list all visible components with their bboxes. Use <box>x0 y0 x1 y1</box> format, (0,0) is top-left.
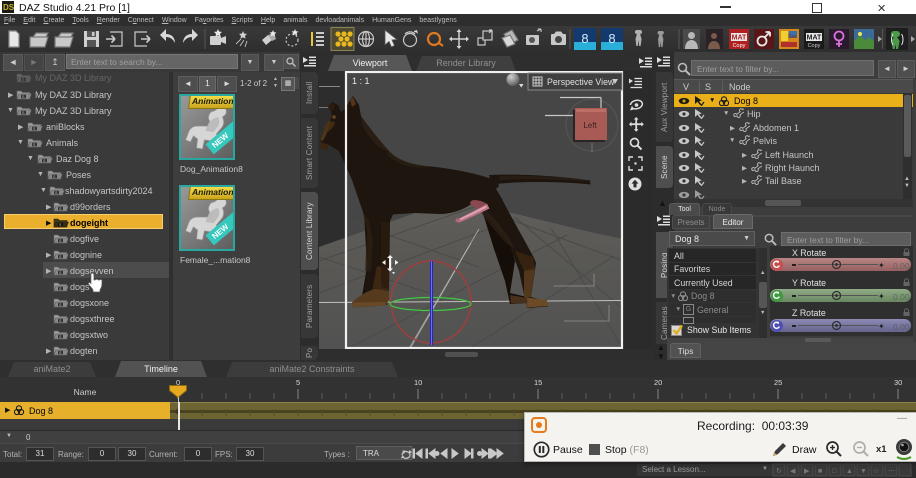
svg-text:▼: ▼ <box>860 468 867 475</box>
svg-text:8: 8 <box>608 31 615 46</box>
svg-text:Sav: Sav <box>788 34 797 40</box>
svg-text:MAT: MAT <box>807 35 822 42</box>
svg-text:15: 15 <box>534 378 542 387</box>
svg-text:▶: ▶ <box>804 468 810 475</box>
svg-text:↻: ↻ <box>776 468 782 475</box>
svg-text:8: 8 <box>581 31 588 46</box>
svg-text:⋯: ⋯ <box>888 468 895 475</box>
svg-text:Left: Left <box>583 121 597 130</box>
svg-text:○: ○ <box>874 468 878 475</box>
svg-text:Copy: Copy <box>733 43 746 49</box>
svg-text:10: 10 <box>414 378 422 387</box>
svg-text:25: 25 <box>774 378 782 387</box>
svg-text:▲: ▲ <box>846 468 853 475</box>
svg-text:5: 5 <box>296 378 300 387</box>
svg-text:■: ■ <box>818 468 822 475</box>
svg-text:MAT: MAT <box>732 35 747 42</box>
svg-text:Perspective View: Perspective View <box>547 77 615 87</box>
svg-text:20: 20 <box>654 378 662 387</box>
svg-text:30: 30 <box>894 378 902 387</box>
svg-text:◀: ◀ <box>790 468 796 475</box>
svg-text:1 : 1: 1 : 1 <box>352 76 370 86</box>
svg-text:Copy: Copy <box>808 43 821 49</box>
